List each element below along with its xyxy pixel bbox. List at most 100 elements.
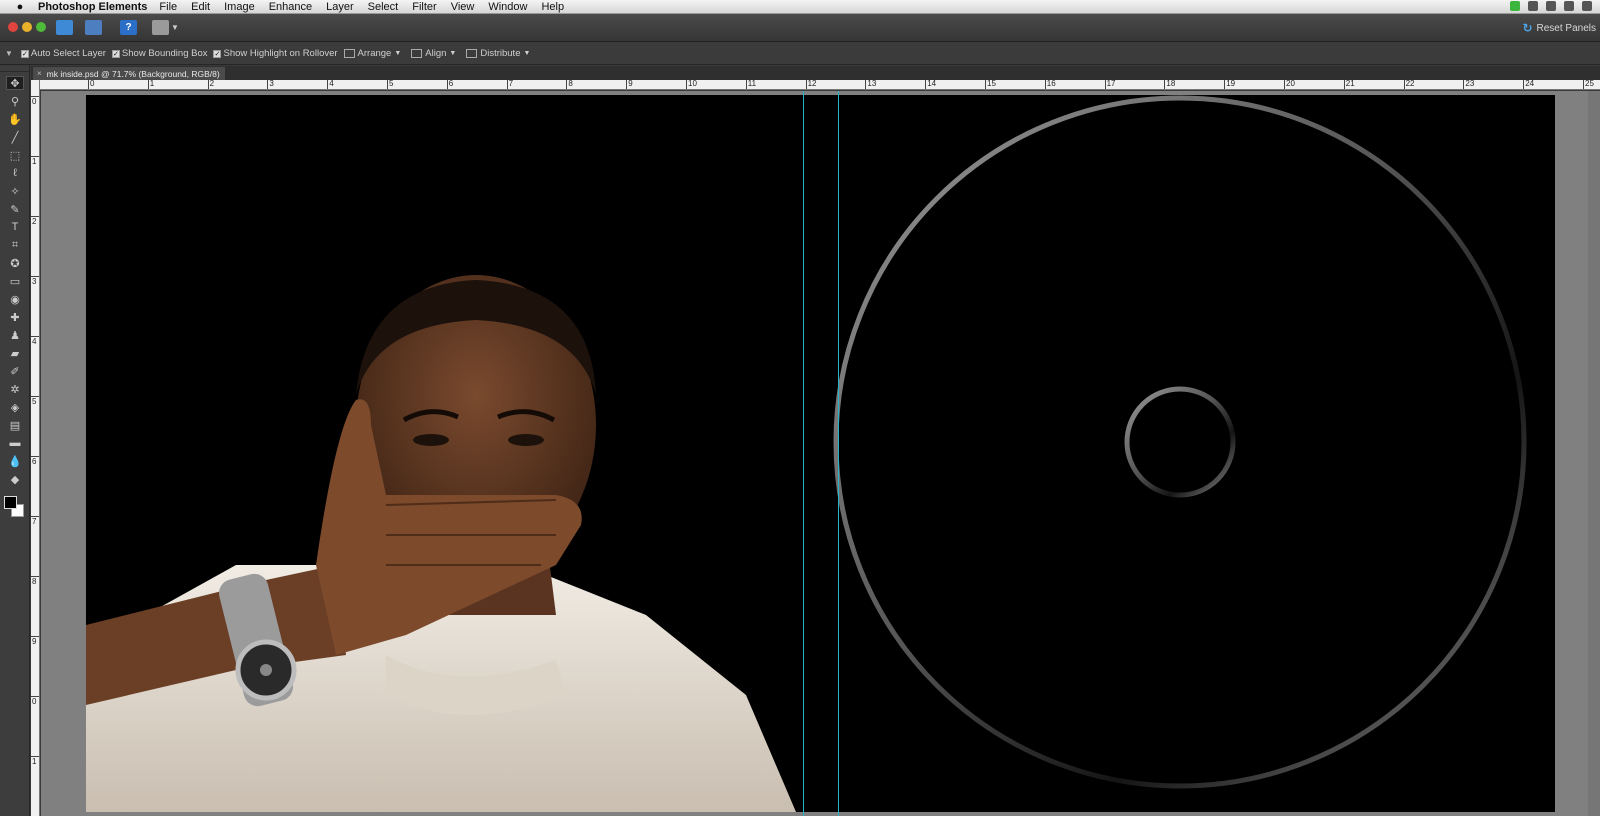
menu-view[interactable]: View: [451, 1, 475, 13]
healing-brush-tool-icon[interactable]: ✚: [6, 310, 24, 324]
new-file-icon[interactable]: [56, 20, 73, 35]
ruler-label: 10: [688, 80, 697, 88]
cookie-cutter-tool-icon[interactable]: ✪: [6, 256, 24, 270]
auto-select-layer-checkbox[interactable]: ✓ Auto Select Layer: [20, 48, 106, 59]
ruler-label: 21: [1345, 80, 1355, 88]
close-window-button[interactable]: [8, 22, 18, 32]
script-icon[interactable]: [1546, 1, 1556, 11]
ruler-label: 22: [1405, 80, 1415, 88]
magic-wand-tool-icon[interactable]: ✧: [6, 184, 24, 198]
menu-select[interactable]: Select: [368, 1, 399, 13]
options-menu-icon[interactable]: ▼: [5, 49, 13, 58]
ruler-label: 2: [32, 217, 37, 226]
reset-panels-button[interactable]: ↻ Reset Panels: [1522, 21, 1596, 35]
red-eye-tool-icon[interactable]: ◉: [6, 292, 24, 306]
ruler-tick: [506, 80, 508, 89]
lasso-tool-icon[interactable]: ℓ: [6, 166, 24, 180]
menu-help[interactable]: Help: [541, 1, 564, 13]
ruler-tick: [686, 80, 687, 89]
app-menu[interactable]: Photoshop Elements: [38, 1, 147, 13]
align-dropdown[interactable]: Align ▼: [411, 48, 456, 59]
quick-selection-tool-icon[interactable]: ✎: [6, 202, 24, 216]
document-tab[interactable]: × mk inside.psd @ 71.7% (Background, RGB…: [33, 67, 225, 80]
ruler-label: 16: [1046, 80, 1056, 88]
brush-tool-icon[interactable]: ✐: [6, 364, 24, 378]
app-toolbar: ? ▼ ↻ Reset Panels: [0, 14, 1600, 42]
vertical-guide[interactable]: [803, 91, 804, 816]
paint-bucket-tool-icon[interactable]: ◈: [6, 400, 24, 414]
workspace-layout-icon[interactable]: [152, 20, 169, 35]
menu-image[interactable]: Image: [224, 1, 255, 13]
move-tool-icon[interactable]: ✥: [6, 76, 24, 90]
close-tab-icon[interactable]: ×: [37, 69, 42, 78]
ruler-tick: [985, 80, 986, 89]
smart-brush-tool-icon[interactable]: ✲: [6, 382, 24, 396]
horizontal-ruler[interactable]: 0 1 2 3 4 5 6 7 8 9 10 11 12 13 14 15 16 17 18 19 20 21 22 23 24…: [40, 80, 1600, 90]
foreground-color-swatch[interactable]: [4, 496, 17, 509]
ruler-label: 14: [927, 80, 937, 88]
menu-edit[interactable]: Edit: [191, 1, 210, 13]
eyedropper-tool-icon[interactable]: ╱: [6, 130, 24, 144]
document-canvas[interactable]: [86, 95, 1555, 812]
ruler-label: 5: [32, 397, 37, 406]
ruler-label: 0: [32, 97, 37, 106]
canvas-artwork: [86, 95, 1527, 812]
menu-filter[interactable]: Filter: [412, 1, 436, 13]
vertical-ruler[interactable]: 0 1 2 3 4 5 6 7 8 9 0 1: [31, 80, 40, 816]
ruler-label: 4: [329, 80, 334, 88]
ruler-label: 3: [269, 80, 274, 88]
ruler-label: 20: [1286, 80, 1295, 88]
ruler-tick: [1583, 80, 1584, 89]
hand-tool-icon[interactable]: ✋: [6, 112, 24, 126]
eraser-tool-icon[interactable]: ▰: [6, 346, 24, 360]
minimize-window-button[interactable]: [22, 22, 32, 32]
help-button[interactable]: ?: [120, 20, 137, 35]
zoom-window-button[interactable]: [36, 22, 46, 32]
show-highlight-checkbox[interactable]: ✓ Show Highlight on Rollover: [213, 48, 338, 59]
blur-tool-icon[interactable]: 💧: [6, 454, 24, 468]
menu-enhance[interactable]: Enhance: [269, 1, 312, 13]
sponge-tool-icon[interactable]: ◆: [6, 472, 24, 486]
arrange-dropdown[interactable]: Arrange ▼: [343, 48, 401, 59]
straighten-tool-icon[interactable]: ▭: [6, 274, 24, 288]
headphones-icon[interactable]: [1528, 1, 1538, 11]
chevron-down-icon[interactable]: ▼: [171, 23, 179, 32]
zoom-tool-icon[interactable]: ⚲: [6, 94, 24, 108]
show-bounding-box-checkbox[interactable]: ✓ Show Bounding Box: [111, 48, 207, 59]
menu-file[interactable]: File: [159, 1, 177, 13]
reset-panels-label: Reset Panels: [1536, 22, 1596, 34]
battery-icon[interactable]: [1510, 1, 1520, 11]
ruler-label: 12: [807, 80, 817, 88]
type-tool-icon[interactable]: T: [6, 220, 24, 234]
save-icon[interactable]: [85, 20, 102, 35]
gradient-tool-icon[interactable]: ▤: [6, 418, 24, 432]
menu-window[interactable]: Window: [488, 1, 527, 13]
ruler-tick: [1044, 80, 1046, 89]
ruler-label: 8: [32, 577, 37, 586]
color-swatches[interactable]: [4, 496, 26, 520]
crop-tool-icon[interactable]: ⌗: [6, 238, 24, 252]
tools-panel: ✥ ⚲ ✋ ╱ ⬚ ℓ ✧ ✎ T ⌗ ✪ ▭ ◉ ✚ ♟ ▰ ✐ ✲ ◈ ▤ ▬ 💧 ◆: [0, 66, 30, 816]
panel-grip[interactable]: [0, 66, 29, 72]
clone-stamp-tool-icon[interactable]: ♟: [6, 328, 24, 342]
apple-menu-icon[interactable]: ●: [12, 1, 28, 13]
checkbox-checked-icon: ✓: [111, 49, 120, 58]
chevron-down-icon: ▼: [449, 50, 457, 57]
time-machine-icon[interactable]: [1582, 1, 1592, 11]
distribute-dropdown[interactable]: Distribute ▼: [466, 48, 530, 59]
arrange-icon: [343, 49, 355, 58]
pasteboard-right-edge: [1588, 91, 1600, 816]
sync-icon[interactable]: [1564, 1, 1574, 11]
ruler-tick: [1463, 80, 1465, 89]
checkbox-checked-icon: ✓: [20, 49, 29, 58]
ruler-label: 1: [32, 757, 37, 766]
ruler-tick: [267, 80, 269, 89]
marquee-tool-icon[interactable]: ⬚: [6, 148, 24, 162]
shape-tool-icon[interactable]: ▬: [6, 436, 24, 450]
ruler-tick: [88, 80, 89, 89]
ruler-label: 2: [209, 80, 215, 88]
ruler-label: 9: [32, 637, 37, 646]
vertical-guide[interactable]: [838, 91, 839, 816]
ruler-tick: [566, 80, 568, 89]
menu-layer[interactable]: Layer: [326, 1, 354, 13]
